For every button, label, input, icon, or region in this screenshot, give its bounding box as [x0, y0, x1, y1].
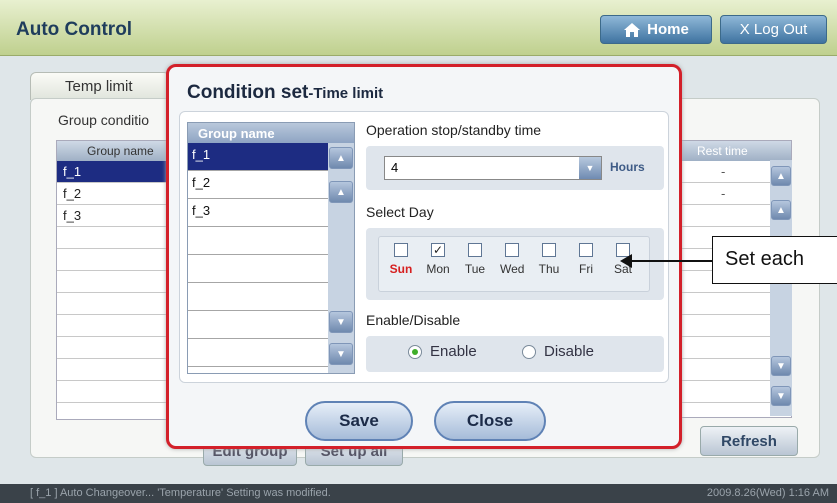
select-day-label: Select Day [366, 204, 434, 220]
table-row[interactable] [57, 337, 167, 359]
checkbox-fri[interactable] [579, 243, 593, 257]
table-row[interactable] [57, 227, 167, 249]
callout-line [630, 260, 712, 262]
group-name-list: Group name f_1 f_2 f_3 ▲ ▲ ▼ ▼ [187, 122, 355, 374]
checkbox-sun[interactable] [394, 243, 408, 257]
enable-label: Enable [430, 343, 477, 360]
day-label: Thu [538, 262, 560, 276]
table-row[interactable]: f_3 [57, 205, 167, 227]
group-col-header: Group name [57, 141, 167, 161]
enable-option[interactable]: Enable [408, 343, 477, 360]
home-button[interactable]: Home [600, 15, 712, 44]
table-row[interactable] [57, 271, 167, 293]
table-row[interactable] [57, 293, 167, 315]
day-thu[interactable]: Thu [537, 243, 561, 276]
list-item[interactable] [188, 227, 328, 255]
hours-unit-label: Hours [610, 160, 645, 174]
disable-radio[interactable] [522, 344, 536, 359]
day-label: Tue [464, 262, 486, 276]
list-item[interactable] [188, 283, 328, 311]
dialog-title-main: Condition set [187, 82, 309, 103]
group-list-header: Group name [188, 123, 354, 143]
refresh-button[interactable]: Refresh [700, 426, 798, 456]
table-row[interactable]: f_1 [57, 161, 167, 183]
home-icon [624, 22, 641, 37]
group-list-scrollbar[interactable]: ▲ ▲ ▼ ▼ [328, 143, 354, 373]
status-message: [ f_1 ] Auto Changeover... 'Temperature'… [30, 487, 331, 499]
enable-disable-label: Enable/Disable [366, 312, 461, 328]
rest-col-header: Rest time [673, 141, 791, 161]
table-row[interactable]: f_2 [57, 183, 167, 205]
day-mon[interactable]: ✓ Mon [426, 243, 450, 276]
logout-button[interactable]: X Log Out [720, 15, 827, 44]
day-label: Wed [500, 262, 525, 276]
list-item[interactable] [188, 339, 328, 367]
group-condition-label: Group conditio [58, 112, 150, 128]
checkbox-mon[interactable]: ✓ [431, 243, 445, 257]
operation-time-box: 4 ▼ Hours [366, 146, 664, 190]
enable-disable-box: Enable Disable [366, 336, 664, 372]
day-fri[interactable]: Fri [574, 243, 598, 276]
scroll-top-button[interactable]: ▲ [771, 166, 791, 186]
list-item[interactable]: f_1 [188, 143, 328, 171]
header-bar: Auto Control Home X Log Out [0, 0, 837, 56]
scroll-up-button[interactable]: ▲ [329, 181, 353, 203]
list-item[interactable] [188, 311, 328, 339]
background-scrollbar[interactable]: ▲ ▲ ▼ ▼ [770, 160, 792, 416]
condition-set-dialog: Condition set-Time limit Group name f_1 … [166, 64, 682, 449]
home-label: Home [647, 21, 689, 38]
app-title: Auto Control [16, 19, 133, 40]
checkbox-tue[interactable] [468, 243, 482, 257]
scroll-up-button[interactable]: ▲ [771, 200, 791, 220]
dialog-title: Condition set-Time limit [187, 82, 383, 104]
scroll-down-button[interactable]: ▼ [329, 311, 353, 333]
close-button[interactable]: Close [434, 401, 546, 441]
status-time: 2009.8.26(Wed) 1:16 AM [706, 487, 829, 499]
day-sun[interactable]: Sun [389, 243, 413, 276]
background-group-table: Group name f_1 f_2 f_3 [56, 140, 168, 420]
scroll-down-button[interactable]: ▼ [771, 356, 791, 376]
enable-radio[interactable] [408, 344, 422, 359]
save-button[interactable]: Save [305, 401, 413, 441]
list-item[interactable]: f_2 [188, 171, 328, 199]
callout-box: Set each [712, 236, 837, 284]
chevron-down-icon[interactable]: ▼ [579, 157, 601, 179]
table-row[interactable] [57, 359, 167, 381]
day-label: Sun [389, 262, 413, 276]
day-wed[interactable]: Wed [500, 243, 524, 276]
list-item[interactable] [188, 255, 328, 283]
tab-temp-limit[interactable]: Temp limit [30, 72, 170, 100]
disable-option[interactable]: Disable [522, 343, 594, 360]
scroll-top-button[interactable]: ▲ [329, 147, 353, 169]
checkbox-wed[interactable] [505, 243, 519, 257]
operation-time-label: Operation stop/standby time [366, 122, 542, 138]
status-bar: [ f_1 ] Auto Changeover... 'Temperature'… [0, 484, 837, 503]
dialog-title-sub: -Time limit [308, 85, 384, 102]
day-label: Mon [426, 262, 450, 276]
scroll-bottom-button[interactable]: ▼ [771, 386, 791, 406]
day-label: Fri [579, 262, 593, 276]
day-tue[interactable]: Tue [463, 243, 487, 276]
day-checkboxes: Sun ✓ Mon Tue Wed Thu Fri Sat [378, 236, 650, 292]
dialog-body: Group name f_1 f_2 f_3 ▲ ▲ ▼ ▼ Operation… [179, 111, 669, 383]
table-row[interactable] [57, 249, 167, 271]
scroll-bottom-button[interactable]: ▼ [329, 343, 353, 365]
table-row[interactable] [57, 315, 167, 337]
table-row[interactable] [57, 381, 167, 403]
dropdown-value: 4 [391, 160, 399, 175]
list-item[interactable]: f_3 [188, 199, 328, 227]
disable-label: Disable [544, 343, 595, 360]
operation-time-dropdown[interactable]: 4 ▼ [384, 156, 602, 180]
checkbox-thu[interactable] [542, 243, 556, 257]
